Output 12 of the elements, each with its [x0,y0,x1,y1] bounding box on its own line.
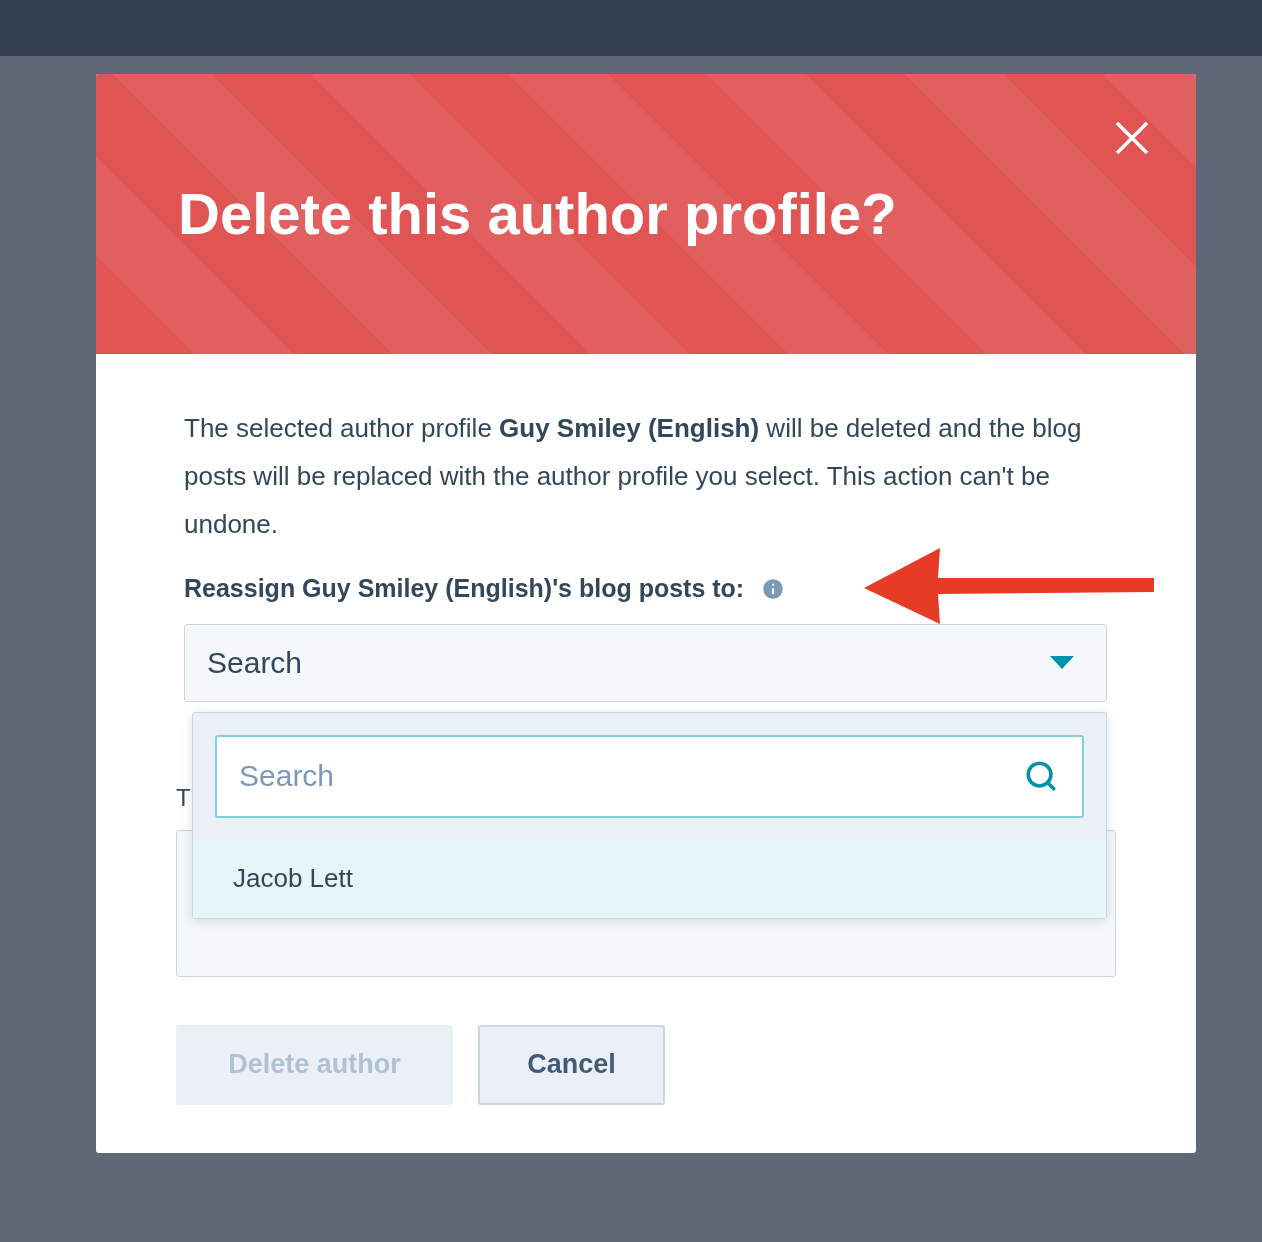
arrow-icon [864,548,1156,624]
dropdown-option[interactable]: Jacob Lett [193,839,1106,918]
close-icon [1115,121,1149,155]
close-button[interactable] [1114,120,1150,156]
search-field[interactable]: Search [215,734,1084,818]
confirm-label: T [176,785,191,810]
reassign-label: Reassign Guy Smiley (English)'s blog posts to: [184,573,745,604]
author-select[interactable]: Search [184,623,1107,702]
caret-icon [1050,656,1074,669]
search-icon [1024,758,1058,793]
dialog-message: The selected author profile Guy Smiley (English) will be deleted and the blog posts will be replaced with the author profile you select. This action can't be undone. [184,412,1083,541]
cancel-button[interactable]: Cancel [478,1024,665,1105]
